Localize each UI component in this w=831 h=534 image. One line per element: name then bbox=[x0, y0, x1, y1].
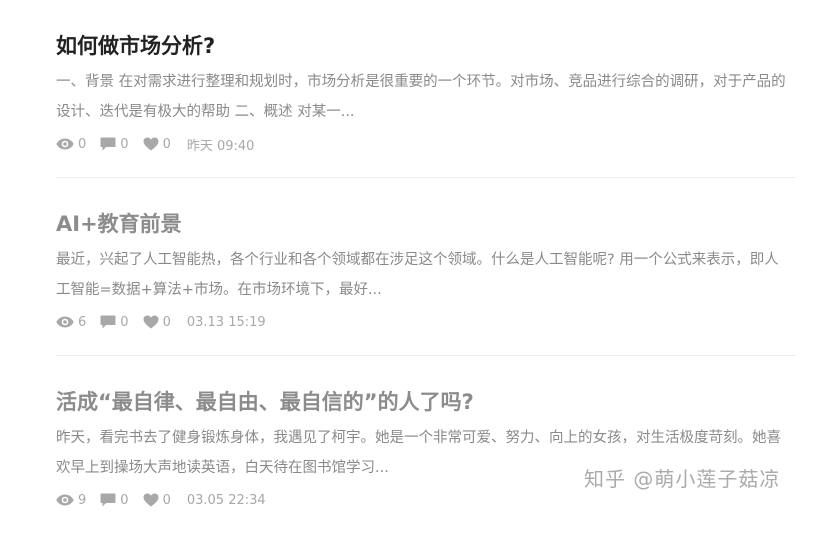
publish-time: 03.05 22:34 bbox=[186, 492, 266, 508]
eye-icon bbox=[56, 138, 74, 150]
view-count: 0 bbox=[56, 137, 86, 152]
eye-icon bbox=[56, 316, 74, 328]
article-title[interactable]: AI+教育前景 bbox=[56, 209, 182, 239]
article-summary[interactable]: 一、背景 在对需求进行整理和规划时，市场分析是很重要的一个环节。对市场、竞品进行… bbox=[56, 67, 791, 127]
article-item[interactable]: 活成“最自律、最自由、最自信的”的人了吗? 昨天，看完书去了健身锻炼身体，我遇见… bbox=[56, 356, 796, 534]
article-title[interactable]: 如何做市场分析? bbox=[56, 31, 215, 61]
article-summary[interactable]: 最近，兴起了人工智能热，各个行业和各个领域都在涉足这个领域。什么是人工智能呢? … bbox=[56, 245, 791, 305]
heart-icon bbox=[143, 493, 159, 507]
article-meta: 9 0 0 03.05 22:34 bbox=[56, 490, 266, 510]
like-count-value: 0 bbox=[162, 136, 171, 152]
comment-count[interactable]: 0 bbox=[100, 492, 129, 508]
article-meta: 6 0 0 03.13 15:19 bbox=[56, 312, 266, 332]
comment-count-value: 0 bbox=[120, 314, 129, 330]
zhihu-watermark: 知乎 @萌小莲子菇凉 bbox=[584, 467, 781, 491]
article-item[interactable]: 如何做市场分析? 一、背景 在对需求进行整理和规划时，市场分析是很重要的一个环节… bbox=[56, 0, 796, 178]
like-count-value: 0 bbox=[162, 314, 171, 330]
comment-icon bbox=[100, 315, 116, 329]
view-count-value: 0 bbox=[78, 136, 87, 152]
view-count: 6 bbox=[56, 315, 86, 330]
like-count[interactable]: 0 bbox=[143, 493, 171, 508]
comment-count[interactable]: 0 bbox=[100, 136, 129, 152]
article-item[interactable]: AI+教育前景 最近，兴起了人工智能热，各个行业和各个领域都在涉足这个领域。什么… bbox=[56, 178, 796, 356]
comment-count-value: 0 bbox=[120, 492, 129, 508]
view-count-value: 9 bbox=[78, 492, 87, 508]
heart-icon bbox=[143, 315, 159, 329]
view-count: 9 bbox=[56, 493, 86, 508]
comment-count[interactable]: 0 bbox=[100, 314, 129, 330]
publish-time: 昨天 09:40 bbox=[186, 138, 255, 154]
comment-icon bbox=[100, 137, 116, 151]
like-count[interactable]: 0 bbox=[143, 137, 171, 152]
article-feed: 如何做市场分析? 一、背景 在对需求进行整理和规划时，市场分析是很重要的一个环节… bbox=[56, 0, 796, 534]
eye-icon bbox=[56, 494, 74, 506]
article-meta: 0 0 0 昨天 09:40 bbox=[56, 134, 254, 154]
comment-count-value: 0 bbox=[120, 136, 129, 152]
publish-time: 03.13 15:19 bbox=[186, 314, 266, 330]
article-title[interactable]: 活成“最自律、最自由、最自信的”的人了吗? bbox=[56, 387, 474, 417]
comment-icon bbox=[100, 493, 116, 507]
heart-icon bbox=[143, 137, 159, 151]
view-count-value: 6 bbox=[78, 314, 87, 330]
like-count[interactable]: 0 bbox=[143, 315, 171, 330]
like-count-value: 0 bbox=[162, 492, 171, 508]
